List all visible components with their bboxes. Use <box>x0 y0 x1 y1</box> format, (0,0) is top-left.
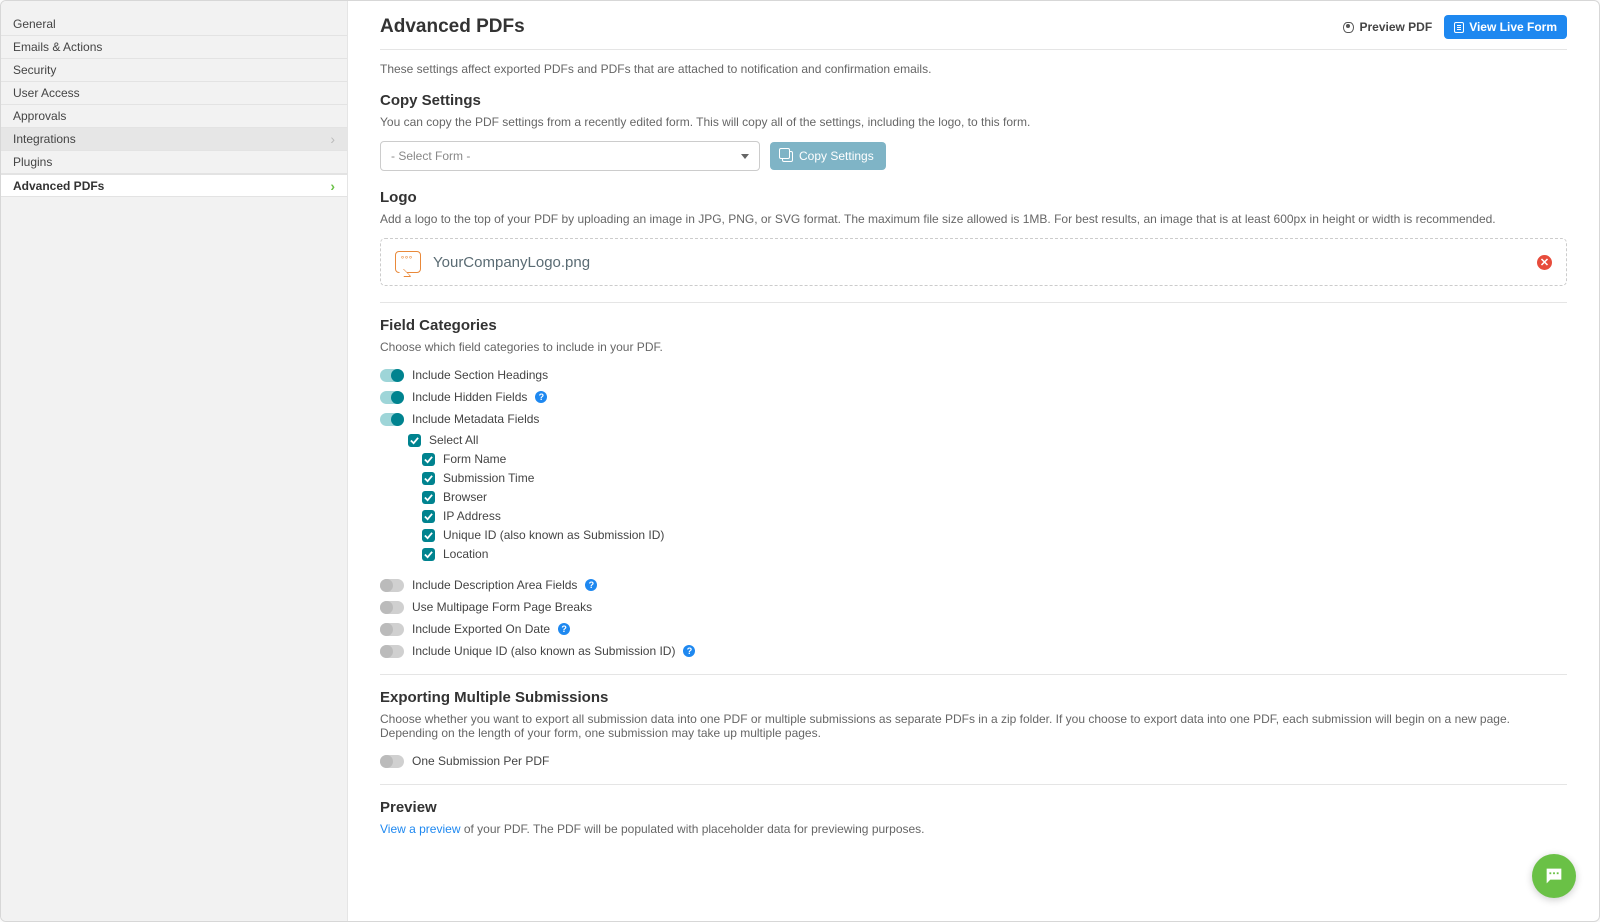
sidebar: General Emails & Actions Security User A… <box>1 1 348 921</box>
preview-title: Preview <box>380 799 1567 816</box>
checkbox-row-browser: Browser <box>422 489 1567 505</box>
view-preview-link[interactable]: View a preview <box>380 822 460 836</box>
logo-thumbnail-icon <box>395 251 421 273</box>
help-icon[interactable]: ? <box>585 579 597 591</box>
toggle-include-unique-id[interactable] <box>380 645 404 658</box>
toggle-one-submission-per-pdf[interactable] <box>380 755 404 768</box>
preview-text: View a preview of your PDF. The PDF will… <box>380 822 1567 836</box>
logo-desc: Add a logo to the top of your PDF by upl… <box>380 212 1567 226</box>
toggle-metadata-fields[interactable] <box>380 413 404 426</box>
toggle-row-exported-on: Include Exported On Date ? <box>380 620 1567 638</box>
checkbox-form-name[interactable] <box>422 453 435 466</box>
help-icon[interactable]: ? <box>558 623 570 635</box>
intro-text: These settings affect exported PDFs and … <box>380 62 1567 76</box>
view-live-form-button[interactable]: View Live Form <box>1444 15 1567 39</box>
caret-down-icon <box>741 154 749 159</box>
divider <box>380 674 1567 675</box>
checkbox-ip-address[interactable] <box>422 510 435 523</box>
toggle-row-include-unique-id: Include Unique ID (also known as Submiss… <box>380 642 1567 660</box>
toggle-row-section-headings: Include Section Headings <box>380 366 1567 384</box>
checkbox-select-all[interactable] <box>408 434 421 447</box>
page-title: Advanced PDFs <box>380 16 525 38</box>
checkbox-row-unique-id: Unique ID (also known as Submission ID) <box>422 527 1567 543</box>
sidebar-item-advanced-pdfs[interactable]: Advanced PDFs› <box>1 174 347 197</box>
copy-settings-button[interactable]: Copy Settings <box>770 142 886 170</box>
toggle-row-one-per-pdf: One Submission Per PDF <box>380 752 1567 770</box>
sidebar-item-user-access[interactable]: User Access <box>1 82 347 105</box>
toggle-row-metadata: Include Metadata Fields <box>380 410 1567 428</box>
app-window: General Emails & Actions Security User A… <box>0 0 1600 922</box>
checkbox-unique-id[interactable] <box>422 529 435 542</box>
divider <box>380 784 1567 785</box>
sidebar-item-security[interactable]: Security <box>1 59 347 82</box>
toggle-multipage-breaks[interactable] <box>380 601 404 614</box>
toggle-row-desc-area: Include Description Area Fields ? <box>380 576 1567 594</box>
logo-upload-box[interactable]: YourCompanyLogo.png ✕ <box>380 238 1567 286</box>
chevron-right-icon: › <box>330 180 335 192</box>
main-content: Advanced PDFs Preview PDF View Live Form… <box>348 1 1599 921</box>
sidebar-item-emails-actions[interactable]: Emails & Actions <box>1 36 347 59</box>
help-icon[interactable]: ? <box>683 645 695 657</box>
copy-icon <box>782 151 793 162</box>
field-categories-title: Field Categories <box>380 317 1567 334</box>
copy-settings-row: - Select Form - Copy Settings <box>380 141 1567 171</box>
sidebar-item-plugins[interactable]: Plugins <box>1 151 347 174</box>
checkbox-row-ip-address: IP Address <box>422 508 1567 524</box>
checkbox-row-location: Location <box>422 546 1567 562</box>
toggle-row-hidden-fields: Include Hidden Fields ? <box>380 388 1567 406</box>
checkbox-submission-time[interactable] <box>422 472 435 485</box>
field-categories-desc: Choose which field categories to include… <box>380 340 1567 354</box>
delete-logo-button[interactable]: ✕ <box>1537 255 1552 270</box>
chevron-right-icon: › <box>330 133 335 145</box>
sidebar-item-general[interactable]: General <box>1 13 347 36</box>
checkbox-row-form-name: Form Name <box>422 451 1567 467</box>
divider <box>380 302 1567 303</box>
logo-filename: YourCompanyLogo.png <box>433 254 590 271</box>
checkbox-browser[interactable] <box>422 491 435 504</box>
logo-title: Logo <box>380 189 1567 206</box>
copy-settings-desc: You can copy the PDF settings from a rec… <box>380 115 1567 129</box>
header-actions: Preview PDF View Live Form <box>1343 15 1567 39</box>
toggle-exported-on-date[interactable] <box>380 623 404 636</box>
sidebar-item-integrations[interactable]: Integrations› <box>1 128 347 151</box>
page-header: Advanced PDFs Preview PDF View Live Form <box>380 15 1567 50</box>
copy-settings-title: Copy Settings <box>380 92 1567 109</box>
checkbox-row-select-all: Select All <box>408 432 1567 448</box>
sidebar-item-approvals[interactable]: Approvals <box>1 105 347 128</box>
toggle-section-headings[interactable] <box>380 369 404 382</box>
eye-icon <box>1343 22 1354 33</box>
toggle-hidden-fields[interactable] <box>380 391 404 404</box>
toggle-description-area-fields[interactable] <box>380 579 404 592</box>
checkbox-row-submission-time: Submission Time <box>422 470 1567 486</box>
toggle-row-multipage: Use Multipage Form Page Breaks <box>380 598 1567 616</box>
checkbox-location[interactable] <box>422 548 435 561</box>
exporting-desc: Choose whether you want to export all su… <box>380 712 1567 740</box>
select-form-dropdown[interactable]: - Select Form - <box>380 141 760 171</box>
exporting-title: Exporting Multiple Submissions <box>380 689 1567 706</box>
preview-pdf-button[interactable]: Preview PDF <box>1343 20 1432 34</box>
chat-icon <box>1543 865 1565 887</box>
help-icon[interactable]: ? <box>535 391 547 403</box>
help-fab-button[interactable] <box>1532 854 1576 898</box>
form-icon <box>1454 22 1464 33</box>
